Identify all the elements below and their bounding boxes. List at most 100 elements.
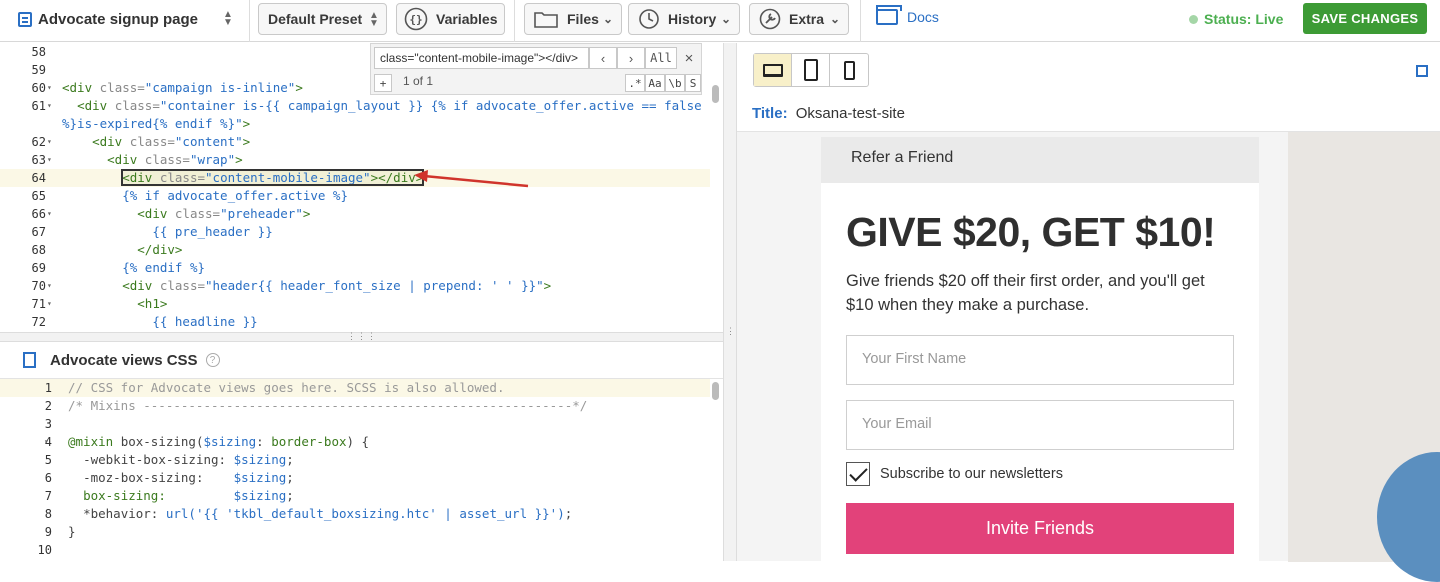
page-selector[interactable]: Advocate signup page ▲ ▼ <box>10 3 246 35</box>
code-line[interactable]: 72 {{ headline }} <box>0 313 710 331</box>
newsletter-checkbox[interactable]: Subscribe to our newsletters <box>846 462 1063 486</box>
code-line[interactable]: 1 // CSS for Advocate views goes here. SC… <box>0 379 710 397</box>
fold-arrow-icon[interactable]: ▾ <box>44 433 49 451</box>
code-line[interactable]: 9} <box>0 523 710 541</box>
fold-arrow-icon[interactable]: ▾ <box>47 97 52 115</box>
file-icon <box>23 352 36 368</box>
code-text: %}is-expired{% endif %}"> <box>62 116 251 131</box>
line-number: 3 <box>44 417 52 431</box>
line-number: 8 <box>44 507 52 521</box>
code-line[interactable]: 68 </div> <box>0 241 710 259</box>
desktop-view-button[interactable] <box>754 54 792 86</box>
code-line[interactable]: 67 {{ pre_header }} <box>0 223 710 241</box>
line-number: 72 <box>31 315 46 329</box>
preset-dropdown[interactable]: Default Preset ▲ ▼ <box>258 3 387 35</box>
code-line[interactable]: 62 ▾ <div class="content"> <box>0 133 710 151</box>
line-number: 64 <box>31 171 46 185</box>
checkmark-icon <box>846 462 870 486</box>
card-header: Refer a Friend <box>821 137 1259 183</box>
first-name-field[interactable]: Your First Name <box>846 335 1234 385</box>
code-line[interactable]: 70 ▾ <div class="header{{ header_font_siz… <box>0 277 710 295</box>
code-line[interactable]: 61 ▾ <div class="container is-{{ campaign… <box>0 97 710 115</box>
fold-arrow-icon[interactable]: ▾ <box>47 277 52 295</box>
code-line[interactable]: 64 <div class="content-mobile-image"></d… <box>0 169 710 187</box>
code-line[interactable]: 65 {% if advocate_offer.active %} <box>0 187 710 205</box>
files-dropdown[interactable]: Files ⌄ <box>524 3 622 35</box>
code-text: {{ headline }} <box>152 314 258 329</box>
docs-link[interactable]: Docs <box>876 5 939 25</box>
editor-scrollbar[interactable] <box>712 85 719 103</box>
code-line[interactable]: 6 -moz-box-sizing: $sizing; <box>0 469 710 487</box>
find-prev-button[interactable]: ‹ <box>589 47 617 69</box>
case-toggle[interactable]: Aa <box>645 74 665 92</box>
word-toggle[interactable]: \b <box>665 74 685 92</box>
find-all-button[interactable]: All <box>645 47 677 69</box>
vertical-splitter[interactable]: ⋮ <box>723 43 737 561</box>
fold-arrow-icon[interactable]: ▾ <box>47 79 52 97</box>
offer-subtext: Give friends $20 off their first order, … <box>846 272 1205 314</box>
invite-friends-button[interactable]: Invite Friends <box>846 503 1234 554</box>
tablet-icon <box>803 59 818 81</box>
line-number: 70 <box>31 279 46 293</box>
code-line[interactable]: 8 *behavior: url('{{ 'tkbl_default_boxsi… <box>0 505 710 523</box>
extra-dropdown[interactable]: Extra ⌄ <box>749 3 849 35</box>
page-icon <box>18 11 32 27</box>
css-panel-header: Advocate views CSS ? <box>0 342 723 379</box>
replace-toggle-button[interactable]: + <box>374 74 392 92</box>
signup-card: Refer a Friend GIVE $20, GET $10! Give f… <box>821 137 1259 562</box>
selection-toggle[interactable]: S <box>685 74 701 92</box>
fold-arrow-icon[interactable]: ▾ <box>47 133 52 151</box>
annotation-arrow <box>414 170 529 188</box>
code-text: // CSS for Advocate views goes here. SCS… <box>68 380 505 395</box>
tablet-view-button[interactable] <box>792 54 830 86</box>
find-count: 1 of 1 <box>403 74 434 88</box>
history-label: History <box>668 11 717 27</box>
close-icon[interactable]: × <box>679 47 699 69</box>
history-dropdown[interactable]: History ⌄ <box>628 3 740 35</box>
code-text: box-sizing: $sizing; <box>83 488 294 503</box>
css-scrollbar[interactable] <box>712 382 719 400</box>
line-number: 2 <box>44 399 52 413</box>
code-line[interactable]: 63 ▾ <div class="wrap"> <box>0 151 710 169</box>
code-text: <h1> <box>137 296 168 311</box>
external-link-icon[interactable] <box>1416 65 1428 77</box>
code-line[interactable]: 7 box-sizing: $sizing; <box>0 487 710 505</box>
code-line[interactable]: 2 /* Mixins -----------------------------… <box>0 397 710 415</box>
code-line[interactable]: 3 <box>0 415 710 433</box>
line-number: 67 <box>31 225 46 239</box>
line-number: 66 <box>31 207 46 221</box>
horizontal-splitter[interactable]: ⋮⋮⋮ <box>0 331 723 342</box>
page-name: Advocate signup page <box>38 10 199 28</box>
chevron-left-icon: ‹ <box>600 50 606 66</box>
code-text: {{ pre_header }} <box>152 224 273 239</box>
find-bar: class="content-mobile-image"></div> ‹ › … <box>370 43 702 95</box>
laptop-icon <box>762 63 783 77</box>
find-input[interactable]: class="content-mobile-image"></div> <box>374 47 589 69</box>
code-line[interactable]: %}is-expired{% endif %}"> <box>0 115 710 133</box>
variables-button[interactable]: {} Variables <box>396 3 505 35</box>
line-number: 10 <box>37 543 52 557</box>
code-line[interactable]: 71 ▾ <h1> <box>0 295 710 313</box>
find-next-button[interactable]: › <box>617 47 645 69</box>
line-number: 69 <box>31 261 46 275</box>
code-text: <div class="preheader"> <box>137 206 311 221</box>
files-label: Files <box>567 11 599 27</box>
status-label: Status: Live <box>1204 11 1284 27</box>
code-line[interactable]: 4 ▾ @mixin box-sizing($sizing: border-box)… <box>0 433 710 451</box>
status-badge: Status: Live <box>1189 11 1283 27</box>
code-line[interactable]: 5 -webkit-box-sizing: $sizing; <box>0 451 710 469</box>
fold-arrow-icon[interactable]: ▾ <box>47 295 52 313</box>
fold-arrow-icon[interactable]: ▾ <box>47 151 52 169</box>
regex-toggle[interactable]: .* <box>625 74 645 92</box>
code-line[interactable]: 69 {% endif %} <box>0 259 710 277</box>
fold-arrow-icon[interactable]: ▾ <box>47 205 52 223</box>
code-line[interactable]: 10 <box>0 541 710 559</box>
phone-view-button[interactable] <box>830 54 868 86</box>
css-editor[interactable]: 1 // CSS for Advocate views goes here. SC… <box>0 379 723 561</box>
code-line[interactable]: 66 ▾ <div class="preheader"> <box>0 205 710 223</box>
email-field[interactable]: Your Email <box>846 400 1234 450</box>
save-changes-button[interactable]: SAVE CHANGES <box>1303 3 1427 34</box>
code-text: -webkit-box-sizing: $sizing; <box>83 452 294 467</box>
help-icon[interactable]: ? <box>205 353 220 367</box>
code-text: <div class="wrap"> <box>107 152 243 167</box>
